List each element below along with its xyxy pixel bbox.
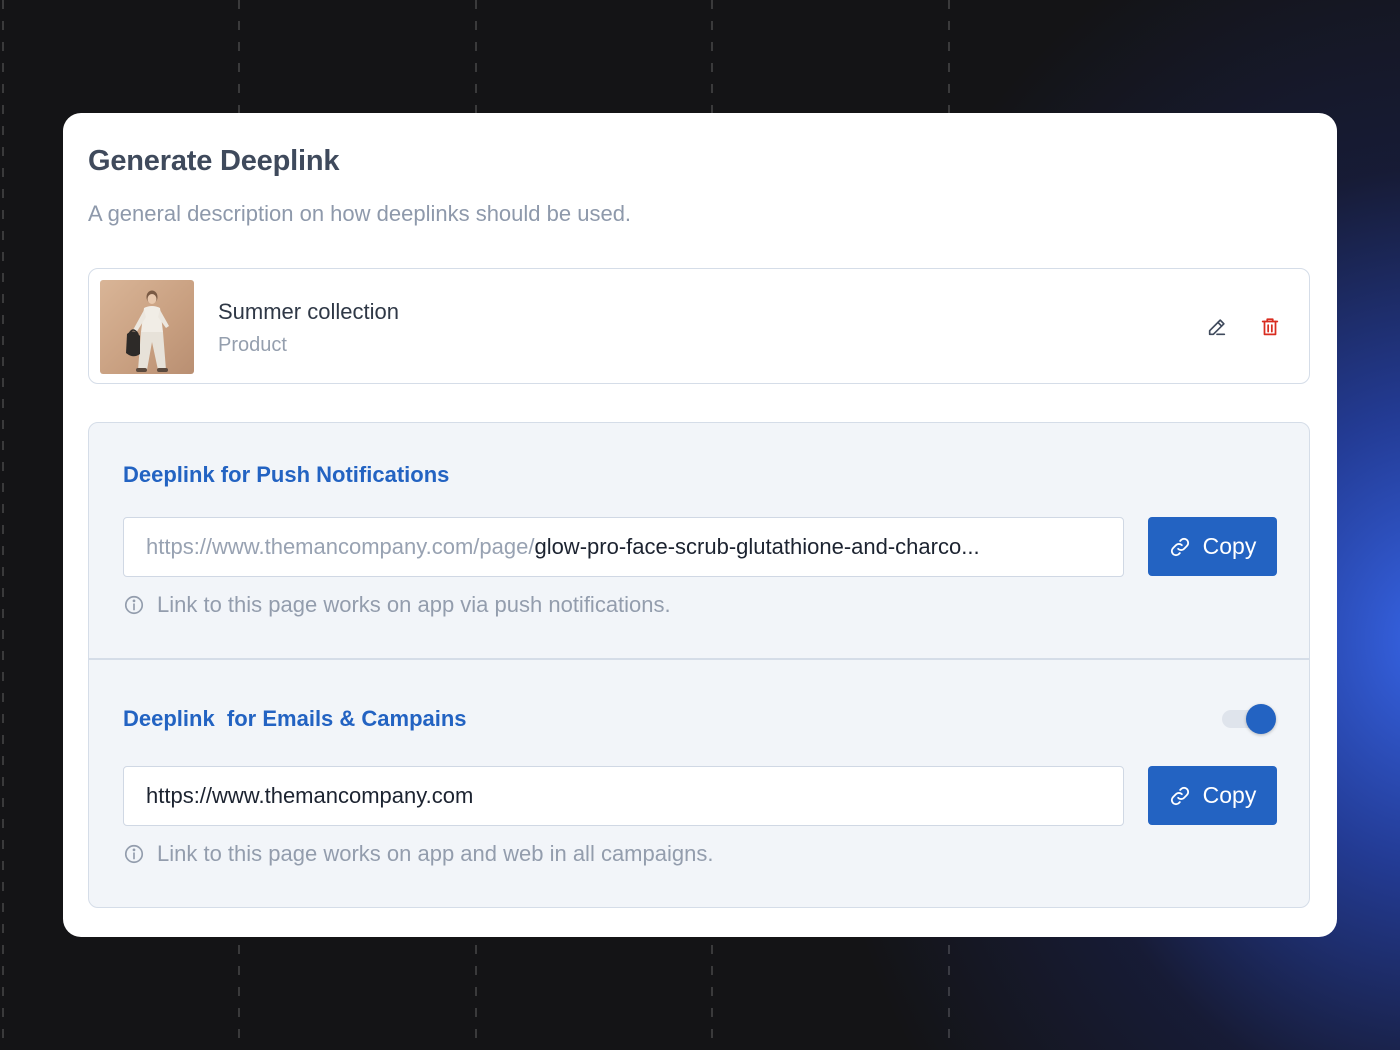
background-guide-line: [2, 0, 4, 1050]
email-hint-text: Link to this page works on app and web i…: [157, 841, 714, 866]
copy-email-link-label: Copy: [1202, 782, 1257, 808]
card-description: A general description on how deeplinks s…: [88, 201, 632, 226]
push-url-prefix: https://www.themancompany.com/page/: [146, 534, 535, 559]
link-icon: [1170, 786, 1189, 805]
copy-push-link-button[interactable]: Copy: [1148, 517, 1277, 576]
info-icon: [124, 844, 144, 864]
product-type: Product: [218, 334, 287, 356]
toggle-knob: [1246, 704, 1276, 734]
product-name: Summer collection: [218, 299, 399, 324]
info-icon: [124, 595, 144, 615]
copy-email-link-button[interactable]: Copy: [1148, 766, 1277, 825]
edit-product-button[interactable]: [1200, 310, 1234, 344]
push-url-slug: glow-pro-face-scrub-glutathione-and-char…: [534, 534, 980, 559]
pencil-icon: [1208, 319, 1226, 336]
push-deeplink-field[interactable]: https://www.themancompany.com/page/glow-…: [123, 517, 1124, 577]
section-divider: [89, 658, 1309, 660]
email-deeplink-title: Deeplink for Emails & Campains: [123, 706, 467, 731]
push-hint-text: Link to this page works on app via push …: [157, 592, 671, 617]
product-photo-illustration: [126, 290, 169, 372]
email-deeplink-toggle[interactable]: [1220, 703, 1278, 735]
email-url-value: https://www.themancompany.com: [146, 783, 474, 808]
deeplink-panel: Deeplink for Push Notifications https://…: [88, 422, 1310, 908]
selected-product: Summer collection Product: [88, 268, 1310, 384]
email-hint: Link to this page works on app and web i…: [123, 841, 713, 867]
push-deeplink-title: Deeplink for Push Notifications: [123, 462, 450, 487]
generate-deeplink-card: Generate Deeplink A general description …: [63, 113, 1337, 937]
card-title: Generate Deeplink: [88, 145, 340, 177]
trash-icon: [1261, 318, 1279, 336]
copy-push-link-label: Copy: [1202, 533, 1257, 559]
push-hint: Link to this page works on app via push …: [123, 592, 671, 618]
link-icon: [1170, 537, 1189, 556]
delete-product-button[interactable]: [1253, 310, 1287, 344]
email-deeplink-field[interactable]: https://www.themancompany.com: [123, 766, 1124, 826]
product-thumbnail: [100, 280, 194, 374]
